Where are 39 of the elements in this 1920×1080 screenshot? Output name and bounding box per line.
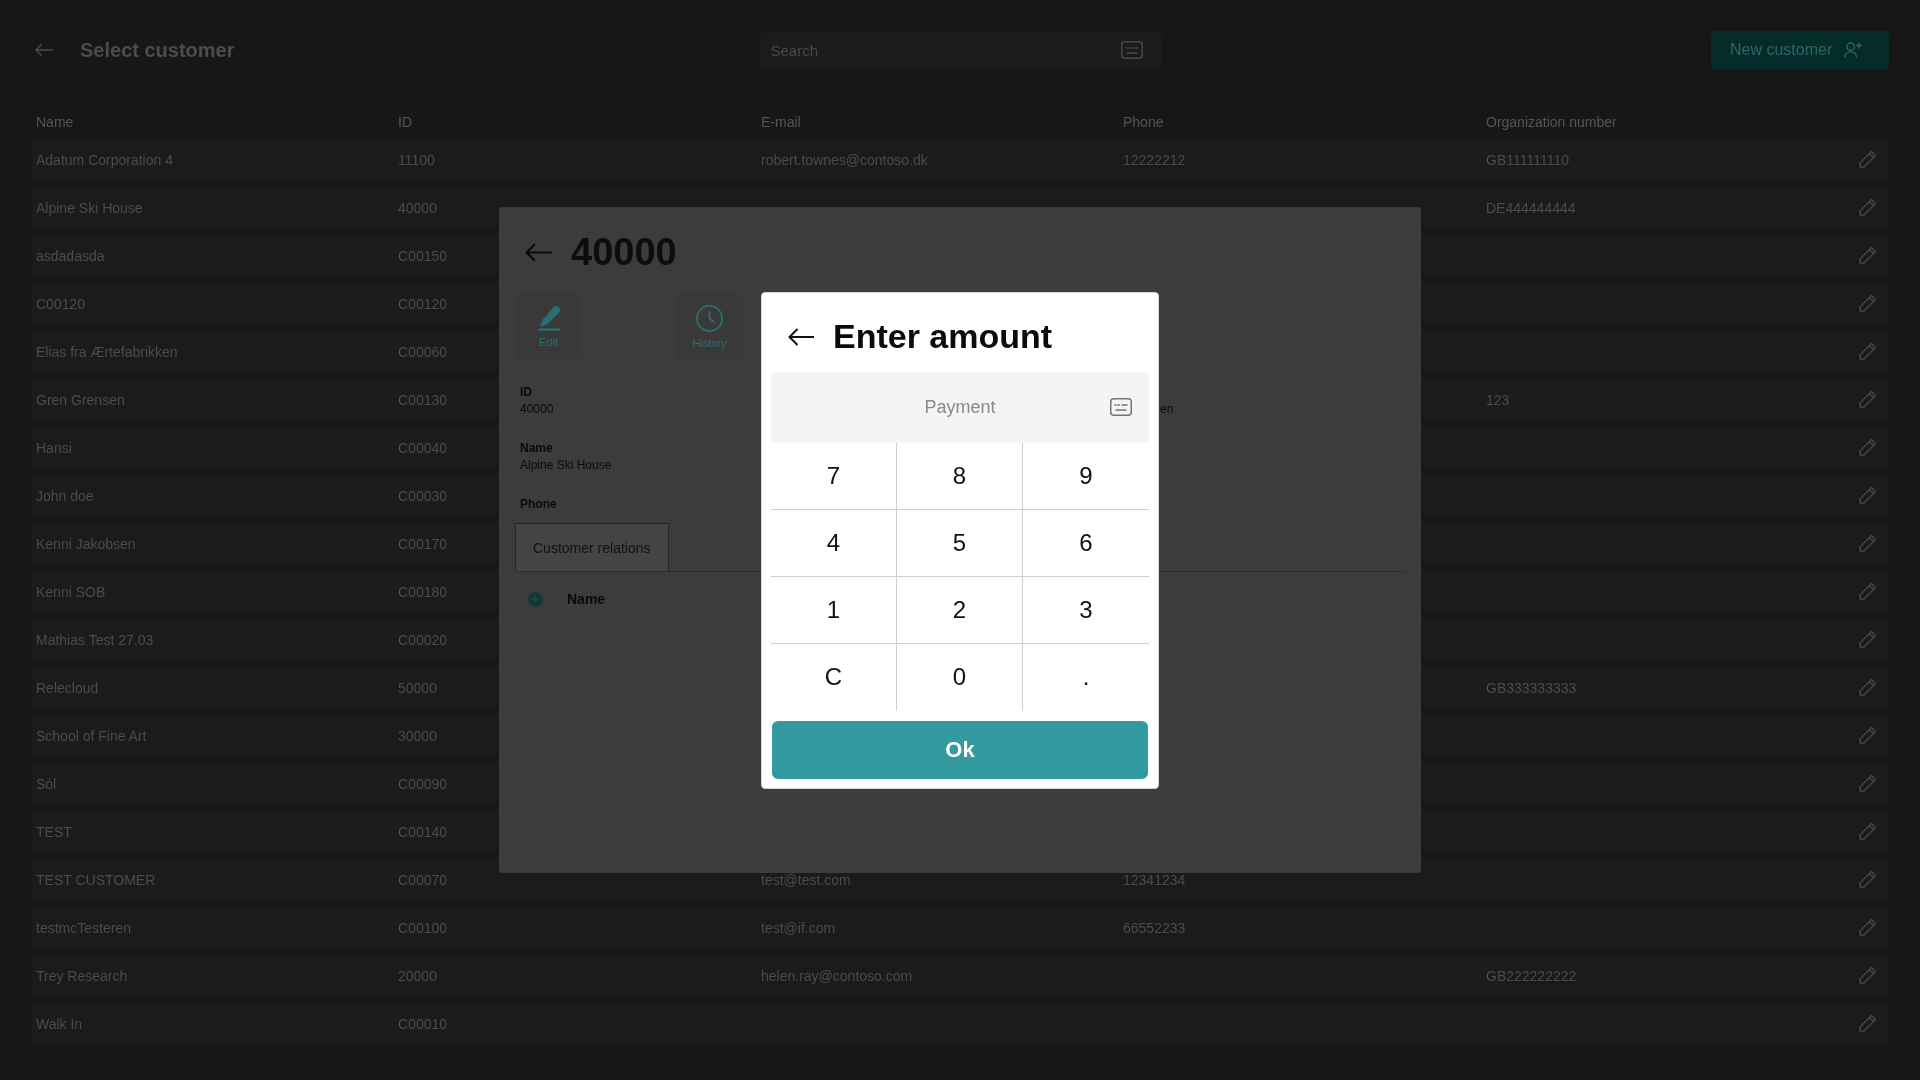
pencil-icon[interactable] <box>1857 245 1877 266</box>
pencil-icon[interactable] <box>1857 965 1877 986</box>
column-header: E-mail <box>761 114 801 130</box>
pencil-icon[interactable] <box>1857 821 1877 842</box>
column-header: Name <box>36 114 74 130</box>
column-header: ID <box>398 114 412 130</box>
person-plus-icon <box>1844 42 1864 58</box>
keypad-key[interactable]: 7 <box>771 442 897 510</box>
keyboard-icon[interactable] <box>1120 41 1143 59</box>
pencil-icon[interactable] <box>1857 581 1877 602</box>
pencil-icon[interactable] <box>1857 197 1877 218</box>
column-header: Organization number <box>1486 114 1617 130</box>
pencil-icon[interactable] <box>1857 725 1877 746</box>
pencil-icon[interactable] <box>1857 341 1877 362</box>
pencil-icon[interactable] <box>1857 1013 1877 1034</box>
pencil-icon[interactable] <box>1857 389 1877 410</box>
column-header: Phone <box>1123 114 1164 130</box>
pencil-icon[interactable] <box>1857 773 1877 794</box>
back-arrow-icon[interactable] <box>787 326 815 347</box>
plus-circle-icon[interactable] <box>528 591 543 607</box>
clock-icon <box>696 304 723 332</box>
keyboard-icon[interactable] <box>1110 397 1132 416</box>
pencil-icon[interactable] <box>1857 917 1877 938</box>
dialog-title: Enter amount <box>833 317 1053 356</box>
pencil-icon[interactable] <box>1857 869 1877 890</box>
pencil-icon <box>536 305 561 331</box>
amount-field[interactable]: Payment <box>771 371 1149 443</box>
pencil-icon[interactable] <box>1857 629 1877 650</box>
keypad-key[interactable]: 4 <box>771 509 897 577</box>
keypad-key[interactable]: 1 <box>771 576 897 644</box>
pencil-icon[interactable] <box>1857 149 1877 170</box>
keypad-key[interactable]: 2 <box>897 576 1023 644</box>
pencil-icon[interactable] <box>1857 533 1877 554</box>
pencil-icon[interactable] <box>1857 437 1877 458</box>
pencil-icon[interactable] <box>1857 485 1877 506</box>
keypad-key[interactable]: 8 <box>897 442 1023 510</box>
pencil-icon[interactable] <box>1857 677 1877 698</box>
keypad-key[interactable]: 5 <box>897 509 1023 577</box>
pencil-icon[interactable] <box>1857 293 1877 314</box>
